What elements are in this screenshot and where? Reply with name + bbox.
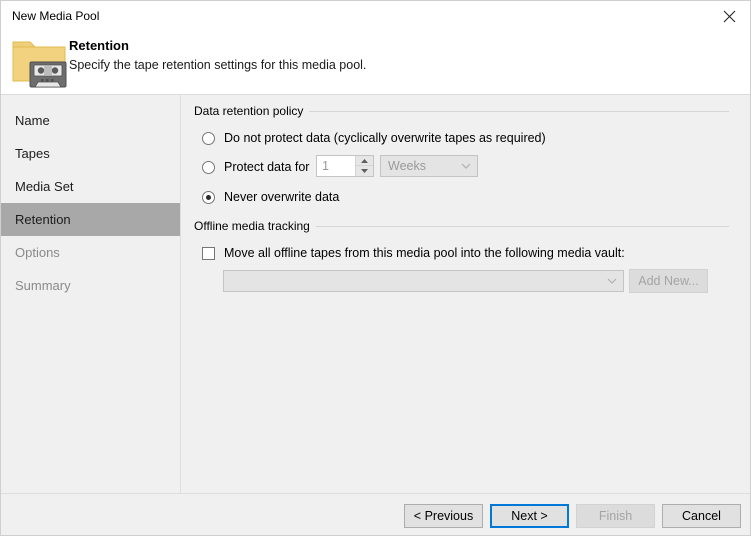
radio-never-overwrite-data[interactable]: Never overwrite data xyxy=(202,188,339,206)
retention-period-value[interactable]: 1 xyxy=(317,156,355,176)
offline-media-tracking-group-label: Offline media tracking xyxy=(194,219,316,233)
sidebar-item-label: Tapes xyxy=(15,146,50,161)
spinner-up-icon[interactable] xyxy=(356,156,373,166)
retention-period-stepper[interactable]: 1 xyxy=(316,155,374,177)
title-bar: New Media Pool xyxy=(1,1,750,31)
finish-button-label: Finish xyxy=(598,509,633,523)
retention-period-unit-value: Weeks xyxy=(388,159,426,173)
add-new-vault-button: Add New... xyxy=(629,269,708,293)
sidebar-item-label: Summary xyxy=(15,278,71,293)
sidebar-item-tapes[interactable]: Tapes xyxy=(1,137,180,170)
add-new-vault-label: Add New... xyxy=(638,274,699,288)
page-subtitle: Specify the tape retention settings for … xyxy=(69,58,367,72)
chevron-down-icon xyxy=(601,278,623,284)
retention-settings-pane: Data retention policy Do not protect dat… xyxy=(182,95,750,493)
dialog-footer: < Previous Next > Finish Cancel xyxy=(1,493,750,535)
cancel-button[interactable]: Cancel xyxy=(662,504,741,528)
window-title: New Media Pool xyxy=(12,9,100,23)
previous-button-label: < Previous xyxy=(413,509,474,523)
data-retention-policy-group-label: Data retention policy xyxy=(194,104,310,118)
media-vault-select xyxy=(223,270,624,292)
sidebar-item-summary: Summary xyxy=(1,269,180,302)
sidebar-item-retention[interactable]: Retention xyxy=(1,203,180,236)
next-button[interactable]: Next > xyxy=(490,504,569,528)
sidebar-item-label: Name xyxy=(15,113,50,128)
checkbox-indicator xyxy=(202,246,215,260)
radio-do-not-protect-data[interactable]: Do not protect data (cyclically overwrit… xyxy=(202,129,546,147)
radio-label: Do not protect data (cyclically overwrit… xyxy=(224,131,546,145)
radio-protect-data-for[interactable]: Protect data for xyxy=(202,158,309,176)
previous-button[interactable]: < Previous xyxy=(404,504,483,528)
spinner-down-icon[interactable] xyxy=(356,166,373,176)
wizard-steps-sidebar: Name Tapes Media Set Retention Options S… xyxy=(1,95,181,493)
chevron-down-icon[interactable] xyxy=(455,163,477,169)
sidebar-item-name[interactable]: Name xyxy=(1,104,180,137)
wizard-steps-list: Name Tapes Media Set Retention Options S… xyxy=(1,95,180,302)
radio-indicator xyxy=(202,131,215,145)
radio-label: Never overwrite data xyxy=(224,190,340,204)
close-icon[interactable] xyxy=(706,1,750,31)
sidebar-item-options: Options xyxy=(1,236,180,269)
cancel-button-label: Cancel xyxy=(682,509,721,523)
stepper-buttons xyxy=(355,156,373,176)
dialog-header: Retention Specify the tape retention set… xyxy=(1,31,750,95)
next-button-label: Next > xyxy=(511,509,548,523)
dialog-body: Name Tapes Media Set Retention Options S… xyxy=(1,95,750,493)
checkbox-label: Move all offline tapes from this media p… xyxy=(224,246,625,260)
checkbox-move-offline-tapes[interactable]: Move all offline tapes from this media p… xyxy=(202,244,625,262)
sidebar-item-label: Media Set xyxy=(15,179,74,194)
folder-tape-icon xyxy=(11,36,67,90)
sidebar-item-label: Options xyxy=(15,245,60,260)
sidebar-item-media-set[interactable]: Media Set xyxy=(1,170,180,203)
retention-period-unit-select[interactable]: Weeks xyxy=(380,155,478,177)
finish-button: Finish xyxy=(576,504,655,528)
radio-label: Protect data for xyxy=(224,160,310,174)
new-media-pool-dialog: New Media Pool Retention Specify the tap… xyxy=(0,0,751,536)
page-title: Retention xyxy=(69,38,129,53)
radio-indicator xyxy=(202,190,215,204)
radio-indicator xyxy=(202,160,215,174)
sidebar-item-label: Retention xyxy=(15,212,71,227)
